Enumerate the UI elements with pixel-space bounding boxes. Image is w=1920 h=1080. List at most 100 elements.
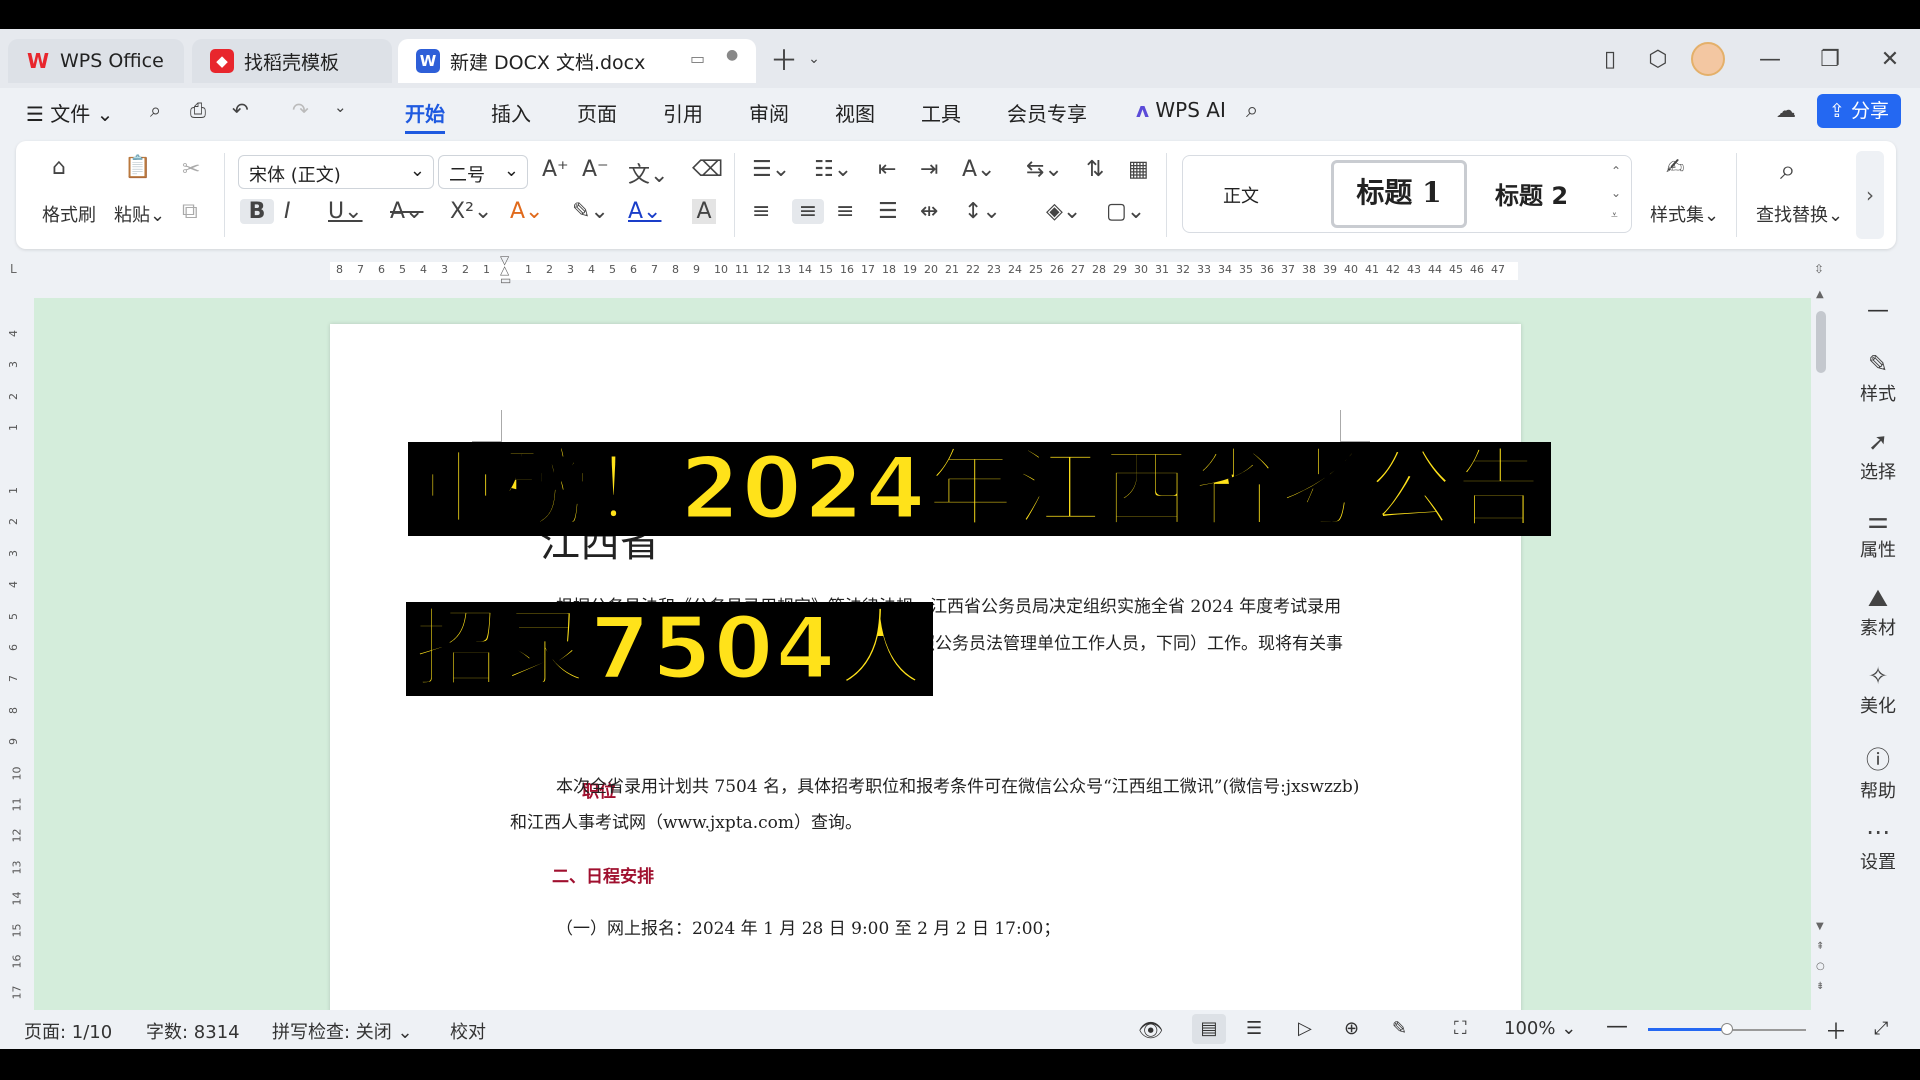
- scroll-up-icon[interactable]: ▲: [1816, 289, 1824, 300]
- zoom-select[interactable]: 100% ⌄: [1504, 1018, 1576, 1039]
- menu-view[interactable]: 视图: [835, 98, 875, 127]
- vertical-ruler[interactable]: 4 3 2 1 1 2 3 4 5 6 7 8 9 10 11 12 13 14 15 16 17: [6, 327, 26, 1047]
- tab-wps-office[interactable]: W WPS Office: [8, 39, 184, 83]
- style-heading2[interactable]: 标题 2: [1495, 176, 1568, 211]
- panel-settings[interactable]: ⋯ 设置: [1836, 818, 1920, 874]
- ruler-corner-icon[interactable]: L: [10, 262, 17, 276]
- document-canvas[interactable]: 江西省 根据公务员法和《公务员录用规定》等法律法规，江西省公务员局决定组织实施全…: [34, 298, 1811, 1029]
- ruler-toggle-icon[interactable]: ⇳: [1814, 262, 1824, 276]
- highlight-icon[interactable]: ✎⌄: [572, 199, 609, 224]
- superscript-icon[interactable]: X²⌄: [450, 199, 492, 224]
- page-count[interactable]: 页面: 1/10: [24, 1018, 112, 1044]
- redo-icon[interactable]: ↷: [292, 98, 309, 122]
- panel-help[interactable]: ⓘ 帮助: [1836, 740, 1920, 803]
- menu-references[interactable]: 引用: [663, 98, 703, 127]
- cube-icon[interactable]: ⬡: [1638, 41, 1678, 77]
- undo-icon[interactable]: ↶: [232, 98, 249, 122]
- panel-styles[interactable]: ✎ 样式: [1836, 350, 1920, 406]
- scroll-thumb[interactable]: [1816, 311, 1826, 373]
- borders-icon[interactable]: ▢⌄: [1106, 199, 1145, 224]
- eye-protection-icon[interactable]: 👁: [1138, 1018, 1163, 1042]
- save-icon[interactable]: ⌕: [150, 98, 161, 122]
- style-heading1[interactable]: 标题 1: [1331, 160, 1467, 228]
- menu-tools[interactable]: 工具: [921, 98, 961, 127]
- distribute-icon[interactable]: ⇹: [920, 199, 938, 224]
- zoom-out-button[interactable]: —: [1606, 1014, 1628, 1039]
- ruler-indent-marker-icon[interactable]: ▽ △ ▭: [500, 254, 511, 286]
- tab-document[interactable]: W 新建 DOCX 文档.docx ▭ ●: [398, 39, 756, 83]
- align-center-icon[interactable]: ≡: [792, 199, 824, 224]
- justify-icon[interactable]: ☰: [878, 199, 898, 224]
- close-button[interactable]: ✕: [1870, 41, 1910, 77]
- minimize-button[interactable]: —: [1750, 41, 1790, 77]
- decrease-indent-icon[interactable]: ⇤: [878, 157, 896, 182]
- outline-view-icon[interactable]: ☰: [1246, 1018, 1262, 1039]
- proofread-button[interactable]: 校对: [450, 1018, 486, 1044]
- menu-insert[interactable]: 插入: [491, 98, 531, 127]
- ribbon-more-button[interactable]: ›: [1856, 151, 1884, 239]
- panel-beautify[interactable]: ✧ 美化: [1836, 662, 1920, 718]
- cloud-icon[interactable]: ☁: [1776, 98, 1796, 122]
- clear-format-icon[interactable]: ⌫: [692, 157, 723, 182]
- numbered-list-icon[interactable]: ☷⌄: [814, 157, 852, 182]
- line-spacing-icon[interactable]: ↕⌄: [964, 199, 1001, 224]
- strikethrough-icon[interactable]: A⌄: [390, 199, 423, 224]
- wps-ai-button[interactable]: ᴧ WPS AI: [1136, 98, 1226, 122]
- fit-page-icon[interactable]: ⛶: [1454, 1018, 1467, 1039]
- play-icon[interactable]: ▷: [1298, 1018, 1312, 1039]
- char-shading-icon[interactable]: A: [692, 199, 716, 224]
- page-view-icon[interactable]: ▤: [1192, 1014, 1226, 1044]
- shrink-font-icon[interactable]: A⁻: [582, 157, 609, 182]
- unsaved-dot-icon[interactable]: ●: [726, 47, 738, 63]
- tab-list-chevron-icon[interactable]: ⌄: [794, 41, 834, 77]
- collapse-panel-button[interactable]: —: [1836, 298, 1920, 323]
- style-normal[interactable]: 正文: [1223, 182, 1259, 208]
- share-button[interactable]: ⇪ 分享: [1817, 94, 1901, 128]
- find-replace-button[interactable]: 查找替换⌄: [1756, 201, 1843, 227]
- file-menu[interactable]: ☰ 文件 ⌄: [26, 98, 113, 127]
- menu-member[interactable]: 会员专享: [1007, 98, 1087, 127]
- restore-button[interactable]: ❐: [1810, 41, 1850, 77]
- swap-icon[interactable]: ⇆⌄: [1026, 157, 1063, 182]
- text-effect-icon[interactable]: A⌄: [510, 199, 543, 224]
- font-size-select[interactable]: 二号 ⌄: [438, 155, 528, 189]
- align-right-icon[interactable]: ≡: [836, 199, 854, 224]
- increase-indent-icon[interactable]: ⇥: [920, 157, 938, 182]
- menu-page[interactable]: 页面: [577, 98, 617, 127]
- zoom-in-button[interactable]: ＋: [1825, 1014, 1847, 1046]
- style-set-button[interactable]: 样式集⌄: [1650, 201, 1719, 227]
- align-left-icon[interactable]: ≡: [752, 199, 770, 224]
- bullet-list-icon[interactable]: ☰⌄: [752, 157, 790, 182]
- text-direction-icon[interactable]: A⌄: [962, 157, 995, 182]
- zoom-slider-thumb[interactable]: [1721, 1023, 1733, 1035]
- format-painter-button[interactable]: 格式刷: [42, 201, 96, 227]
- word-count[interactable]: 字数: 8314: [146, 1018, 240, 1044]
- web-view-icon[interactable]: ⊕: [1344, 1018, 1359, 1039]
- panel-materials[interactable]: ⛰ 素材: [1836, 584, 1920, 640]
- quick-access-chevron-icon[interactable]: ⌄: [334, 98, 347, 116]
- panel-select[interactable]: ➚ 选择: [1836, 428, 1920, 484]
- style-scroll-icon[interactable]: ⌃ ⌄ ⩡: [1611, 160, 1621, 226]
- shading-icon[interactable]: ◈⌄: [1046, 199, 1081, 224]
- copy-icon[interactable]: ⧉: [182, 199, 198, 224]
- write-mode-icon[interactable]: ✎: [1392, 1018, 1407, 1039]
- menu-review[interactable]: 审阅: [749, 98, 789, 127]
- tab-templates[interactable]: ◆ 找稻壳模板: [192, 39, 392, 83]
- panel-properties[interactable]: ⚌ 属性: [1836, 506, 1920, 562]
- phonetic-guide-icon[interactable]: 文⌄: [628, 157, 668, 189]
- italic-icon[interactable]: I: [284, 199, 291, 224]
- avatar[interactable]: [1688, 41, 1728, 77]
- search-icon[interactable]: ⌕: [1246, 98, 1258, 123]
- menu-home[interactable]: 开始: [405, 98, 445, 134]
- table-icon[interactable]: ▦: [1128, 157, 1149, 182]
- scroll-down-icon[interactable]: ▼ ⇞ ○ ⇟: [1816, 917, 1825, 997]
- sort-icon[interactable]: ⇅: [1086, 157, 1104, 182]
- spell-check-toggle[interactable]: 拼写检查: 关闭 ⌄: [272, 1018, 413, 1044]
- print-preview-icon[interactable]: ⎙: [190, 98, 206, 122]
- underline-icon[interactable]: U⌄: [328, 199, 363, 224]
- font-color-icon[interactable]: A⌄: [628, 199, 661, 224]
- fullscreen-icon[interactable]: ⤢: [1874, 1018, 1888, 1039]
- bold-icon[interactable]: B: [240, 199, 274, 224]
- cut-icon[interactable]: ✂: [182, 157, 200, 182]
- grow-font-icon[interactable]: A⁺: [542, 157, 569, 182]
